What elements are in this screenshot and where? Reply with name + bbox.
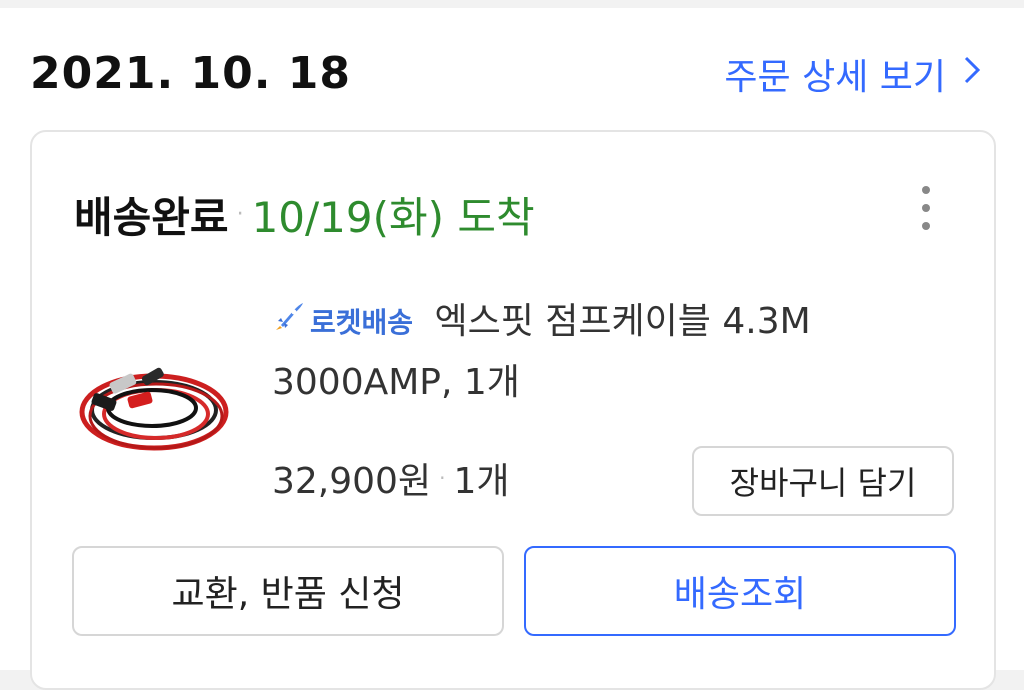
arrival-date: 10/19(화) 도착	[251, 193, 535, 242]
separator-dot: ·	[236, 202, 244, 227]
order-date: 2021. 10. 18	[30, 48, 351, 99]
order-card: 배송완료 · 10/19(화) 도착 로켓배송 엑스핏 점프케이블 4.3M 3…	[30, 130, 996, 690]
product-title-line2: 3000AMP, 1개	[272, 362, 520, 403]
delivery-status: 배송완료	[74, 193, 229, 242]
order-page: 2021. 10. 18 주문 상세 보기 배송완료 · 10/19(화) 도착	[0, 8, 1024, 690]
order-detail-link[interactable]: 주문 상세 보기	[724, 48, 982, 100]
price-row: 32,900원 · 1개	[272, 452, 509, 504]
delivery-status-row: 배송완료 · 10/19(화) 도착	[74, 184, 535, 245]
rocket-delivery-label: 로켓배송	[310, 306, 414, 339]
more-options-icon[interactable]	[918, 186, 934, 230]
order-detail-label: 주문 상세 보기	[724, 57, 946, 98]
product-image[interactable]	[72, 350, 232, 460]
chevron-right-icon	[962, 54, 982, 95]
add-to-cart-button[interactable]: 장바구니 담기	[692, 446, 954, 516]
product-quantity: 1개	[453, 461, 510, 502]
product-price: 32,900원	[272, 461, 432, 502]
exchange-return-button[interactable]: 교환, 반품 신청	[72, 546, 504, 636]
product-title-line1: 로켓배송 엑스핏 점프케이블 4.3M	[272, 292, 952, 353]
separator-dot: ·	[439, 466, 446, 490]
rocket-delivery-badge: 로켓배송	[272, 293, 413, 353]
rocket-icon	[272, 293, 306, 353]
product-title: 엑스핏 점프케이블 4.3M	[434, 301, 811, 342]
track-delivery-button[interactable]: 배송조회	[524, 546, 956, 636]
product-info[interactable]: 로켓배송 엑스핏 점프케이블 4.3M 3000AMP, 1개	[272, 292, 952, 413]
